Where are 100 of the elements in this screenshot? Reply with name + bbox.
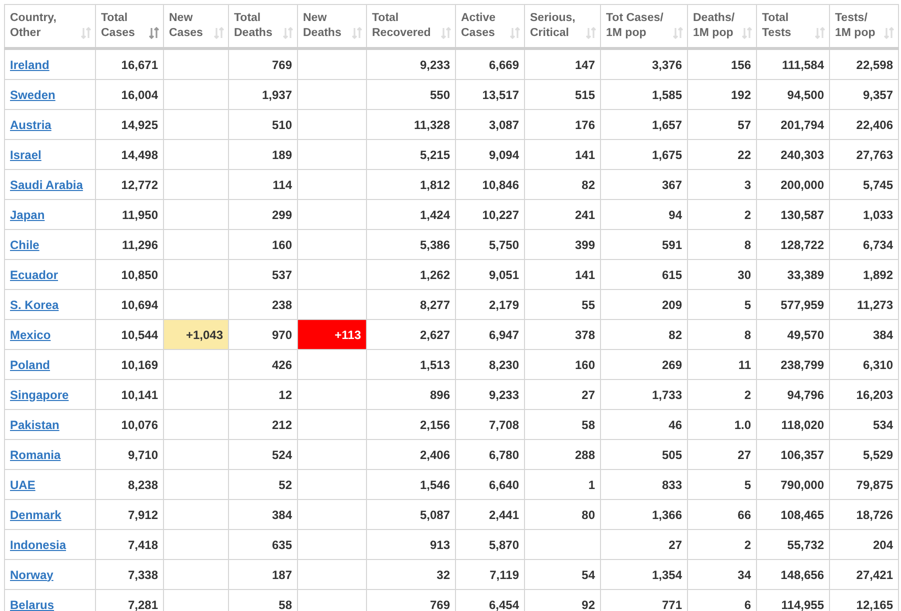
table-cell: 6,947 (456, 320, 524, 350)
table-cell: 156 (688, 48, 756, 80)
table-cell: 27 (688, 440, 756, 470)
table-cell: 94,796 (756, 380, 830, 410)
table-cell: 6,310 (830, 350, 898, 380)
table-cell: 6,669 (456, 48, 524, 80)
column-header[interactable]: Serious, Critical (524, 4, 600, 48)
table-cell: 5 (688, 290, 756, 320)
table-cell: 2 (688, 380, 756, 410)
country-link[interactable]: Chile (10, 238, 40, 252)
column-header[interactable]: Total Recovered (366, 4, 456, 48)
table-cell: 1,585 (600, 80, 688, 110)
table-cell: 896 (366, 380, 456, 410)
table-cell: 8,238 (96, 470, 164, 500)
country-link[interactable]: UAE (10, 478, 36, 492)
table-cell: 141 (524, 140, 600, 170)
table-cell: 176 (524, 110, 600, 140)
table-cell: 790,000 (756, 470, 830, 500)
country-link[interactable]: Ireland (10, 58, 50, 72)
table-cell: 32 (366, 560, 456, 590)
table-cell: 5,750 (456, 230, 524, 260)
column-header[interactable]: Country, Other (4, 4, 96, 48)
table-cell: 399 (524, 230, 600, 260)
country-link[interactable]: Israel (10, 148, 42, 162)
table-cell: 118,020 (756, 410, 830, 440)
table-cell: +113 (298, 320, 366, 350)
table-cell: 3,376 (600, 48, 688, 80)
table-cell: 58 (524, 410, 600, 440)
table-cell: 615 (600, 260, 688, 290)
table-cell: 108,465 (756, 500, 830, 530)
table-cell: 192 (688, 80, 756, 110)
table-cell: 1,513 (366, 350, 456, 380)
table-cell: 241 (524, 200, 600, 230)
column-header[interactable]: New Cases (164, 4, 228, 48)
column-header[interactable]: Tot Cases/ 1M pop (600, 4, 688, 48)
table-cell: 2,156 (366, 410, 456, 440)
sort-icon (214, 27, 224, 39)
table-cell: 426 (228, 350, 298, 380)
sort-icon (673, 27, 683, 39)
table-cell: 189 (228, 140, 298, 170)
table-cell: 94,500 (756, 80, 830, 110)
table-cell: 200,000 (756, 170, 830, 200)
sort-icon (586, 27, 596, 39)
column-header[interactable]: New Deaths (298, 4, 366, 48)
table-cell: 7,119 (456, 560, 524, 590)
table-cell: 9,094 (456, 140, 524, 170)
column-header[interactable]: Deaths/ 1M pop (688, 4, 756, 48)
table-cell: 22 (688, 140, 756, 170)
table-cell: 1,675 (600, 140, 688, 170)
table-cell: 505 (600, 440, 688, 470)
table-cell: 94 (600, 200, 688, 230)
table-cell: 7,912 (96, 500, 164, 530)
table-cell: 6,780 (456, 440, 524, 470)
table-cell: 8 (688, 230, 756, 260)
table-cell: 27,421 (830, 560, 898, 590)
table-cell: 212 (228, 410, 298, 440)
table-cell: 204 (830, 530, 898, 560)
table-cell: 49,570 (756, 320, 830, 350)
table-cell: 6,640 (456, 470, 524, 500)
column-header[interactable]: Total Cases (96, 4, 164, 48)
table-cell: 833 (600, 470, 688, 500)
table-cell: 2,627 (366, 320, 456, 350)
sort-icon (884, 27, 894, 39)
column-header[interactable]: Active Cases (456, 4, 524, 48)
table-cell: +1,043 (164, 320, 228, 350)
table-cell: 5,529 (830, 440, 898, 470)
column-header[interactable]: Tests/ 1M pop (830, 4, 898, 48)
table-cell: 8,277 (366, 290, 456, 320)
column-header[interactable]: Total Tests (756, 4, 830, 48)
table-cell: 1,354 (600, 560, 688, 590)
table-cell: 299 (228, 200, 298, 230)
table-cell: 3 (688, 170, 756, 200)
table-cell: 240,303 (756, 140, 830, 170)
sort-icon (510, 27, 520, 39)
table-cell: 7,708 (456, 410, 524, 440)
table-cell: 591 (600, 230, 688, 260)
table-cell: 14,925 (96, 110, 164, 140)
table-cell: 1,937 (228, 80, 298, 110)
table-cell: 2,406 (366, 440, 456, 470)
table-cell: 5,386 (366, 230, 456, 260)
country-link[interactable]: Japan (10, 208, 45, 222)
table-cell: 524 (228, 440, 298, 470)
table-cell: 10,846 (456, 170, 524, 200)
table-cell: 5 (688, 470, 756, 500)
table-cell: 12,772 (96, 170, 164, 200)
table-cell: 384 (830, 320, 898, 350)
column-header[interactable]: Total Deaths (228, 4, 298, 48)
table-cell: 10,850 (96, 260, 164, 290)
table-cell: 288 (524, 440, 600, 470)
table-cell: 510 (228, 110, 298, 140)
table-cell: 160 (228, 230, 298, 260)
table-cell: 16,203 (830, 380, 898, 410)
table-cell: 913 (366, 530, 456, 560)
table-cell: 238 (228, 290, 298, 320)
table-cell: 16,004 (96, 80, 164, 110)
table-cell: 34 (688, 560, 756, 590)
table-cell: 1 (524, 470, 600, 500)
table-cell: 82 (524, 170, 600, 200)
table-cell: 769 (228, 48, 298, 80)
sort-icon (81, 27, 91, 39)
